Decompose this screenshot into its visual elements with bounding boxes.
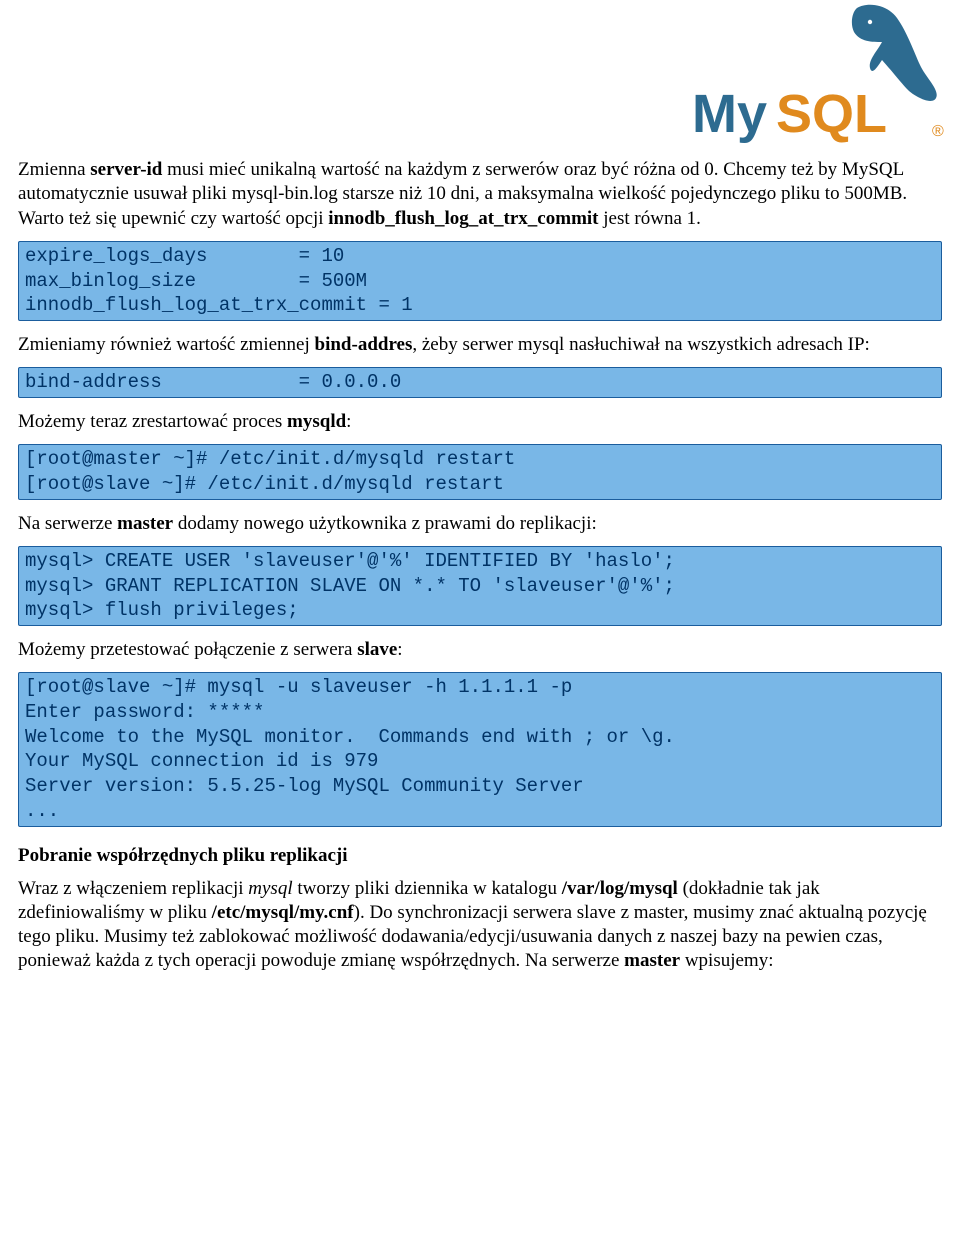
text: Możemy przetestować połączenie z serwera (18, 639, 357, 660)
text-bold: /etc/mysql/my.cnf (212, 902, 354, 923)
text-bold: mysqld (287, 411, 346, 432)
text-italic: mysql (248, 878, 292, 899)
svg-text:SQL: SQL (776, 84, 887, 144)
paragraph-restart: Możemy teraz zrestartować proces mysqld: (18, 410, 942, 434)
text: , żeby serwer mysql nasłuchiwał na wszys… (412, 334, 869, 355)
text-bold: bind-addres (315, 334, 413, 355)
heading-replication-coords: Pobranie współrzędnych pliku replikacji (18, 845, 942, 867)
text: dodamy nowego użytkownika z prawami do r… (173, 513, 597, 534)
text: Możemy teraz zrestartować proces (18, 411, 287, 432)
text-bold: server-id (90, 159, 162, 180)
code-block-restart: [root@master ~]# /etc/init.d/mysqld rest… (18, 444, 942, 499)
text: : (397, 639, 402, 660)
code-block-bind: bind-address = 0.0.0.0 (18, 367, 942, 398)
text: Zmieniamy również wartość zmiennej (18, 334, 315, 355)
mysql-logo: My SQL ® (692, 0, 952, 156)
svg-text:®: ® (932, 123, 944, 140)
paragraph-master-user: Na serwerze master dodamy nowego użytkow… (18, 512, 942, 536)
text: Zmienna (18, 159, 90, 180)
text-bold: master (624, 950, 680, 971)
text: tworzy pliki dziennika w katalogu (293, 878, 562, 899)
paragraph-server-id: Zmienna server-id musi mieć unikalną war… (18, 158, 942, 231)
text: : (346, 411, 351, 432)
code-block-create-user: mysql> CREATE USER 'slaveuser'@'%' IDENT… (18, 546, 942, 626)
paragraph-bind-address: Zmieniamy również wartość zmiennej bind-… (18, 333, 942, 357)
text: jest równa 1. (599, 208, 701, 229)
text: Na serwerze (18, 513, 117, 534)
text: Wraz z włączeniem replikacji (18, 878, 248, 899)
text-bold: innodb_flush_log_at_trx_commit (328, 208, 598, 229)
text-bold: slave (357, 639, 397, 660)
paragraph-replication-explain: Wraz z włączeniem replikacji mysql tworz… (18, 877, 942, 974)
text-bold: master (117, 513, 173, 534)
text-bold: /var/log/mysql (562, 878, 678, 899)
paragraph-test-slave: Możemy przetestować połączenie z serwera… (18, 638, 942, 662)
code-block-connect: [root@slave ~]# mysql -u slaveuser -h 1.… (18, 672, 942, 826)
svg-text:My: My (692, 84, 767, 144)
text: wpisujemy: (680, 950, 773, 971)
code-block-config: expire_logs_days = 10 max_binlog_size = … (18, 241, 942, 321)
